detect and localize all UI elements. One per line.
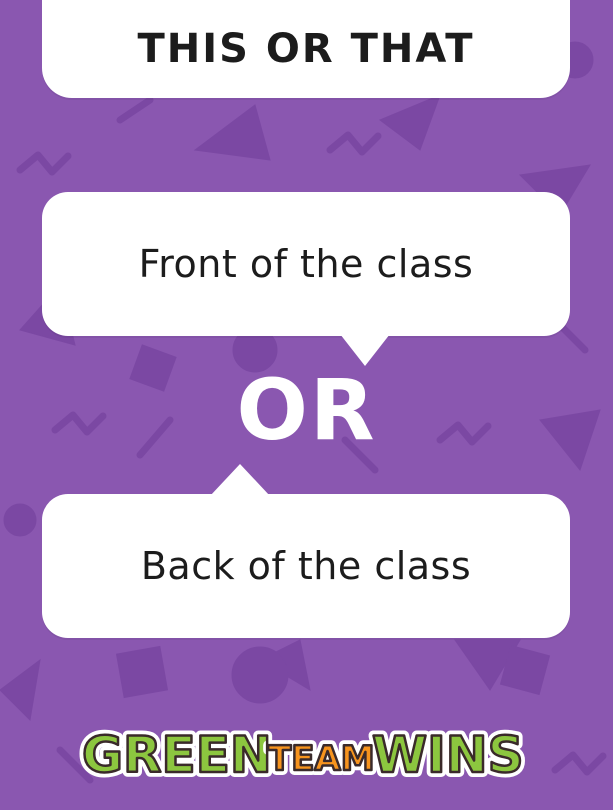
option-label: Front of the class — [138, 242, 474, 286]
triangle-shape — [0, 658, 41, 722]
zigzag-shape — [16, 151, 72, 176]
zigzag-shape — [326, 131, 382, 156]
circle-shape — [3, 503, 37, 537]
logo-outline-team: TEAM — [268, 739, 375, 779]
logo-outline-green: GREEN — [82, 726, 272, 784]
option-label: Back of the class — [140, 544, 472, 588]
logo-outline-wins: WINS — [372, 726, 524, 784]
title-card: THIS OR THAT — [42, 0, 570, 98]
or-separator: OR — [236, 361, 377, 459]
circle-shape — [231, 646, 289, 704]
square-shape — [115, 645, 169, 699]
option-card-front[interactable]: Front of the class — [42, 192, 570, 336]
speech-tail-up — [210, 464, 270, 496]
page-title: THIS OR THAT — [137, 26, 475, 72]
line-shape — [116, 96, 154, 124]
option-card-back[interactable]: Back of the class — [42, 494, 570, 638]
triangle-shape — [379, 94, 441, 151]
green-team-wins-logo: GREEN TEAM WINS GREEN TEAM WINS — [77, 721, 529, 786]
triangle-shape — [193, 104, 271, 161]
